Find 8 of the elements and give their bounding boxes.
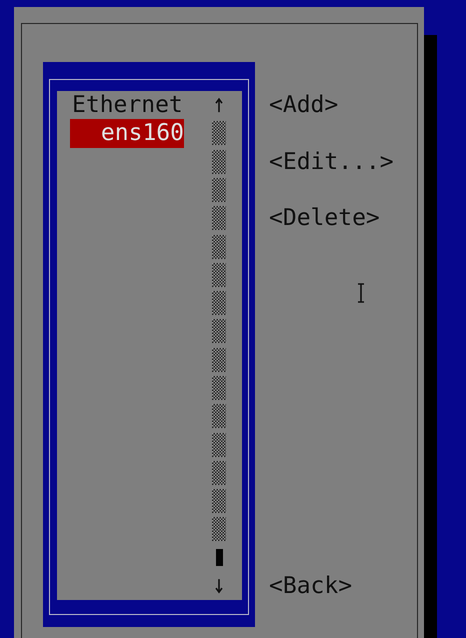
action-button[interactable]: <Edit...> (269, 148, 394, 176)
action-button[interactable]: <Delete> (269, 204, 380, 232)
text-cursor-icon (357, 283, 365, 303)
action-button[interactable]: <Add> (269, 91, 338, 120)
scrollbar-thumb[interactable] (216, 549, 222, 566)
back-button[interactable]: <Back> (269, 572, 352, 600)
list-group-header: Ethernet (71, 91, 184, 120)
connection-item[interactable]: ens160 (70, 119, 184, 148)
